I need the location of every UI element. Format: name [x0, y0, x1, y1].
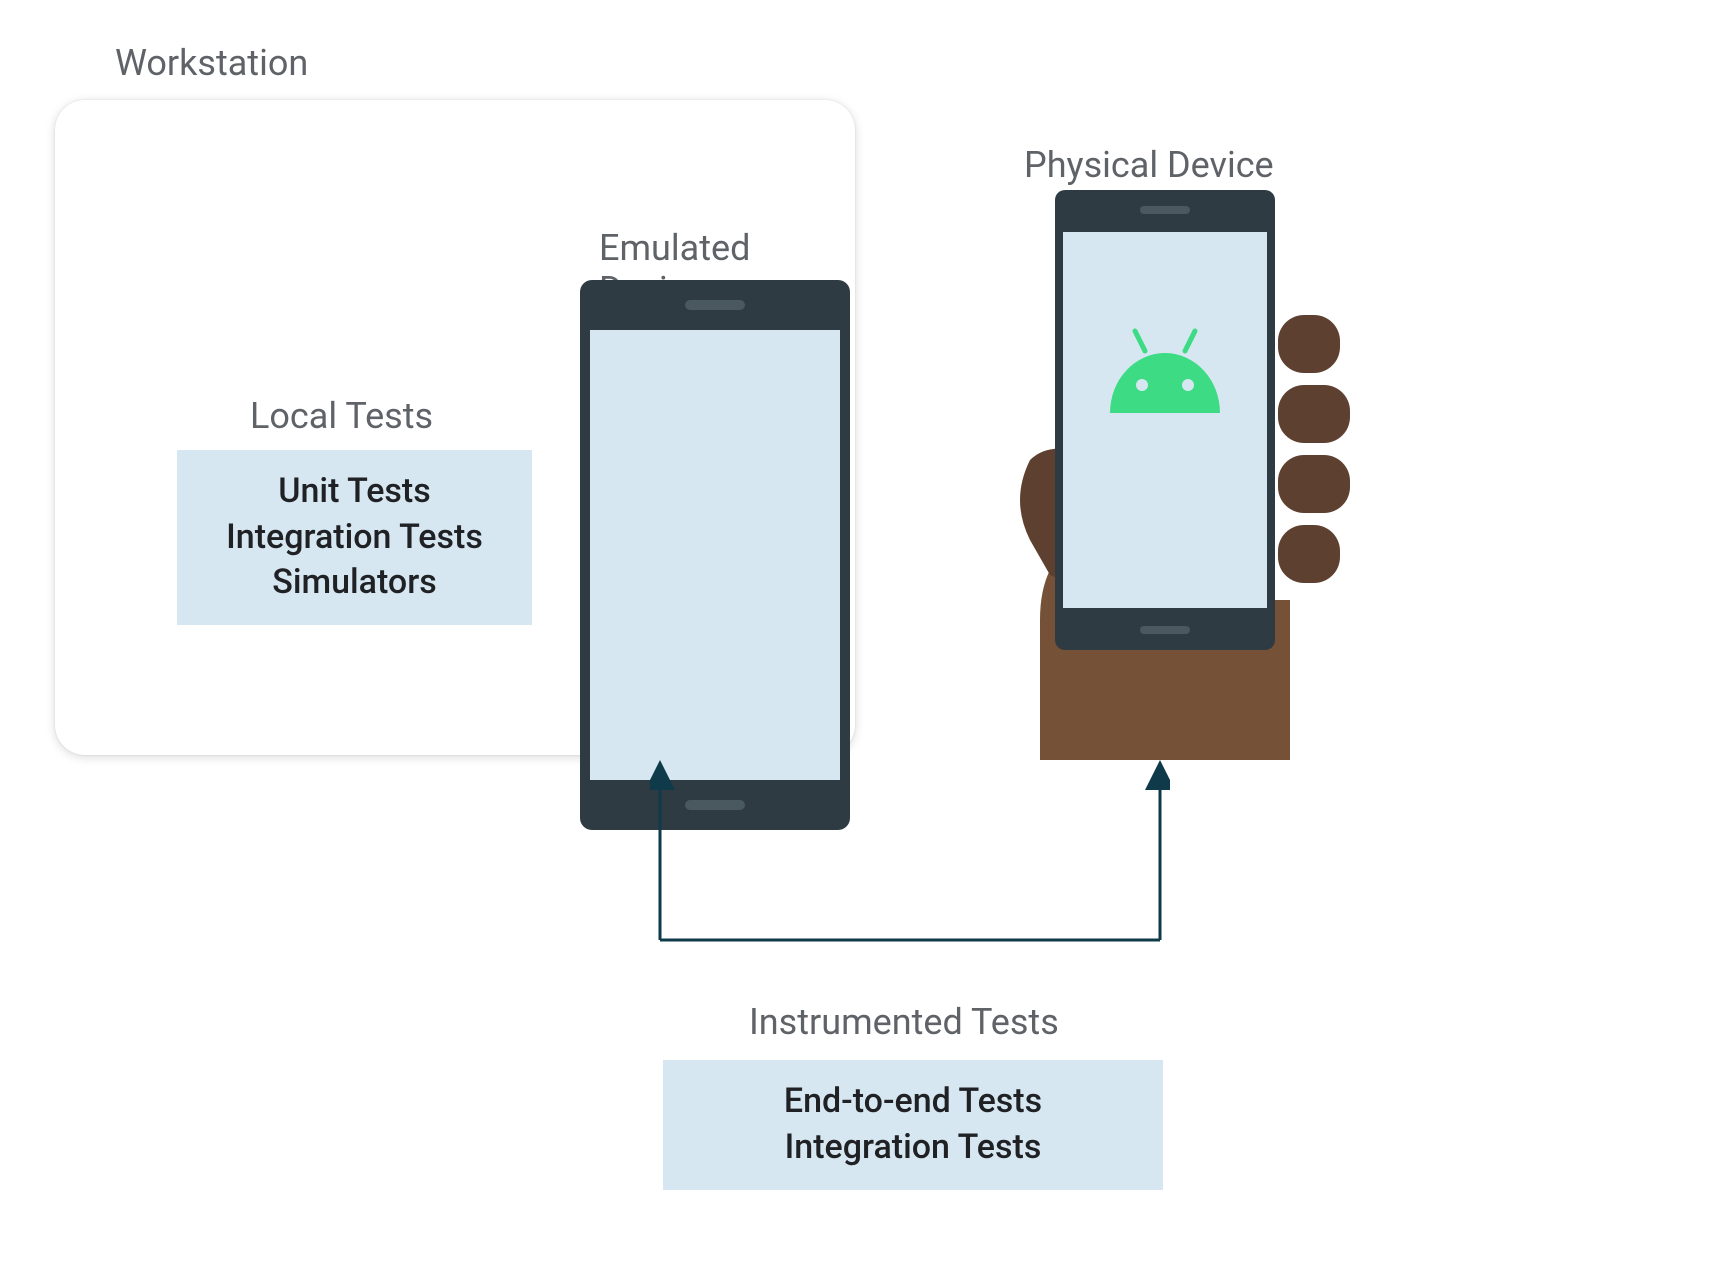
- connector-arrows: [650, 760, 1170, 960]
- workstation-label: Workstation: [115, 42, 308, 84]
- workstation-box: Local Tests Unit Tests Integration Tests…: [55, 100, 855, 755]
- phone-speaker-icon: [1140, 206, 1190, 214]
- phone-speaker-icon: [685, 300, 745, 310]
- android-icon: [1100, 323, 1230, 418]
- instrumented-line2: Integration Tests: [785, 1125, 1042, 1171]
- phone-icon: [580, 280, 850, 830]
- instrumented-tests-box: End-to-end Tests Integration Tests: [663, 1060, 1163, 1190]
- local-tests-line2: Integration Tests: [226, 515, 483, 561]
- local-tests-line1: Unit Tests: [278, 469, 431, 515]
- physical-phone: [1055, 190, 1275, 650]
- phone-screen: [590, 330, 840, 780]
- local-tests-label: Local Tests: [250, 395, 433, 437]
- phone-home-icon: [1140, 626, 1190, 634]
- instrumented-line1: End-to-end Tests: [784, 1079, 1042, 1125]
- physical-device: [980, 200, 1380, 760]
- physical-device-label: Physical Device: [1024, 144, 1274, 186]
- emulated-device: [580, 280, 850, 830]
- local-tests-box: Unit Tests Integration Tests Simulators: [177, 450, 532, 625]
- phone-screen: [1063, 232, 1267, 608]
- phone-icon: [1055, 190, 1275, 650]
- local-tests-line3: Simulators: [272, 560, 437, 606]
- instrumented-tests-label: Instrumented Tests: [749, 1001, 1059, 1043]
